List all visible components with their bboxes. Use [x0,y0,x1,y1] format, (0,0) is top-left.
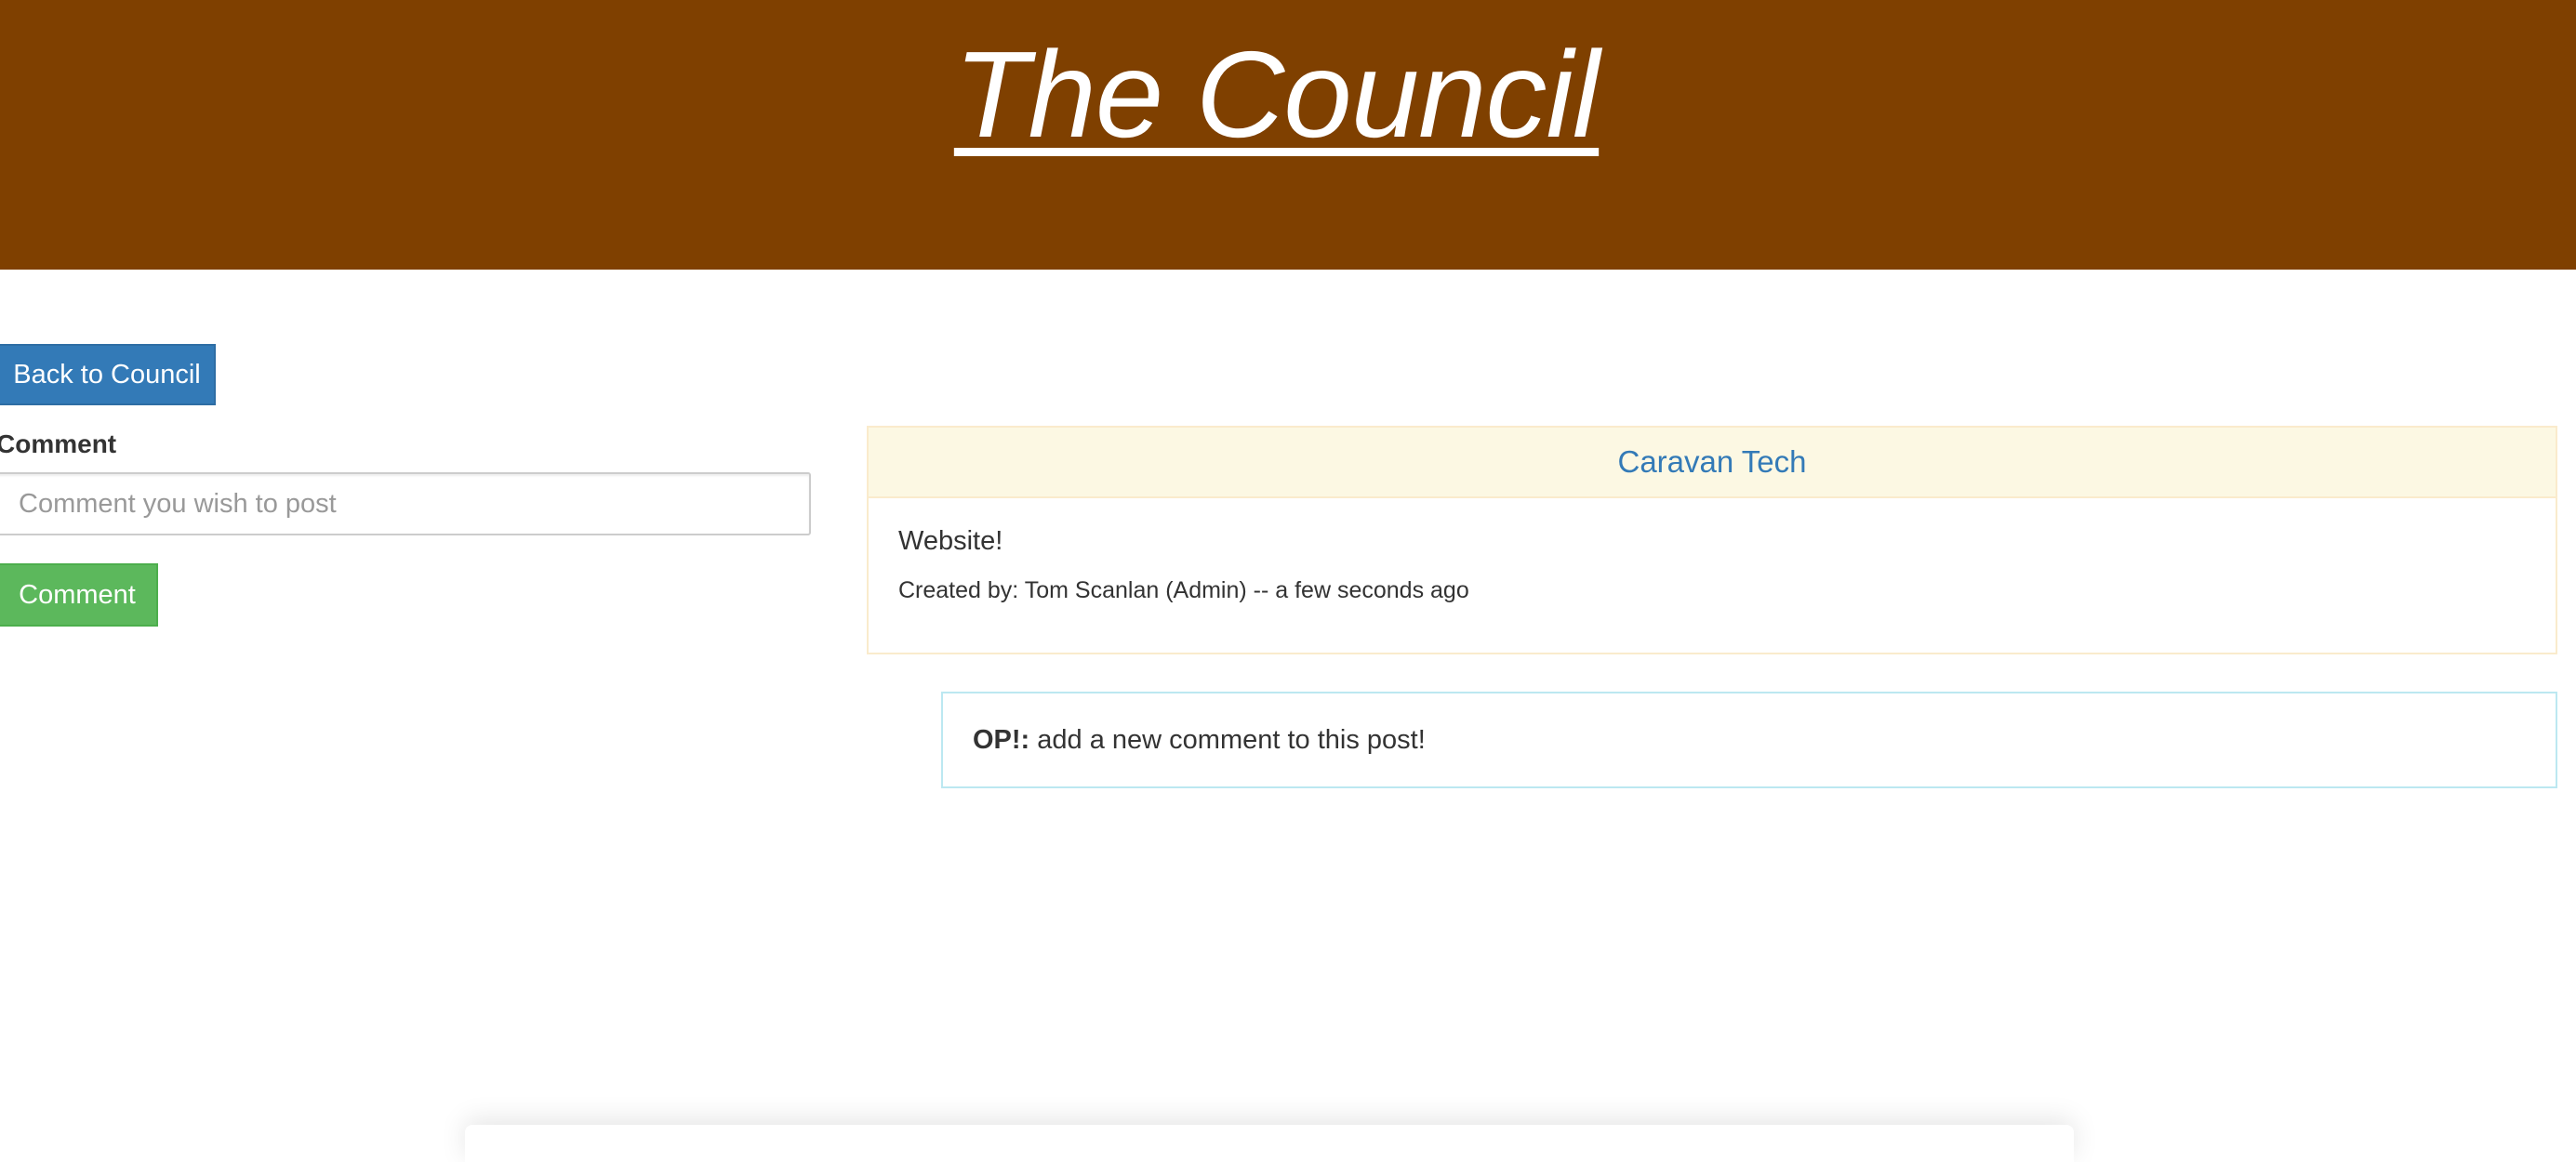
post-meta: Created by: Tom Scanlan (Admin) -- a few… [898,577,1469,603]
post-body: Website! Created by: Tom Scanlan (Admin)… [869,498,2556,630]
post-panel: Caravan Tech Website! Created by: Tom Sc… [867,426,2557,654]
comment-text: add a new comment to this post! [1029,725,1426,755]
site-header: The Council [0,0,2576,270]
comment-label: Comment [0,429,117,458]
post-text: Website! [898,526,1003,556]
post-title[interactable]: Caravan Tech [869,428,2556,498]
footer-panel [465,1125,2074,1162]
comment-author: OP!: [973,725,1030,755]
site-title[interactable]: The Council [0,20,2553,169]
back-to-council-button[interactable]: Back to Council [0,344,216,405]
comment-submit-button[interactable]: Comment [0,563,158,627]
comment-input[interactable] [0,472,811,535]
comment-item: OP!: add a new comment to this post! [941,692,2557,788]
